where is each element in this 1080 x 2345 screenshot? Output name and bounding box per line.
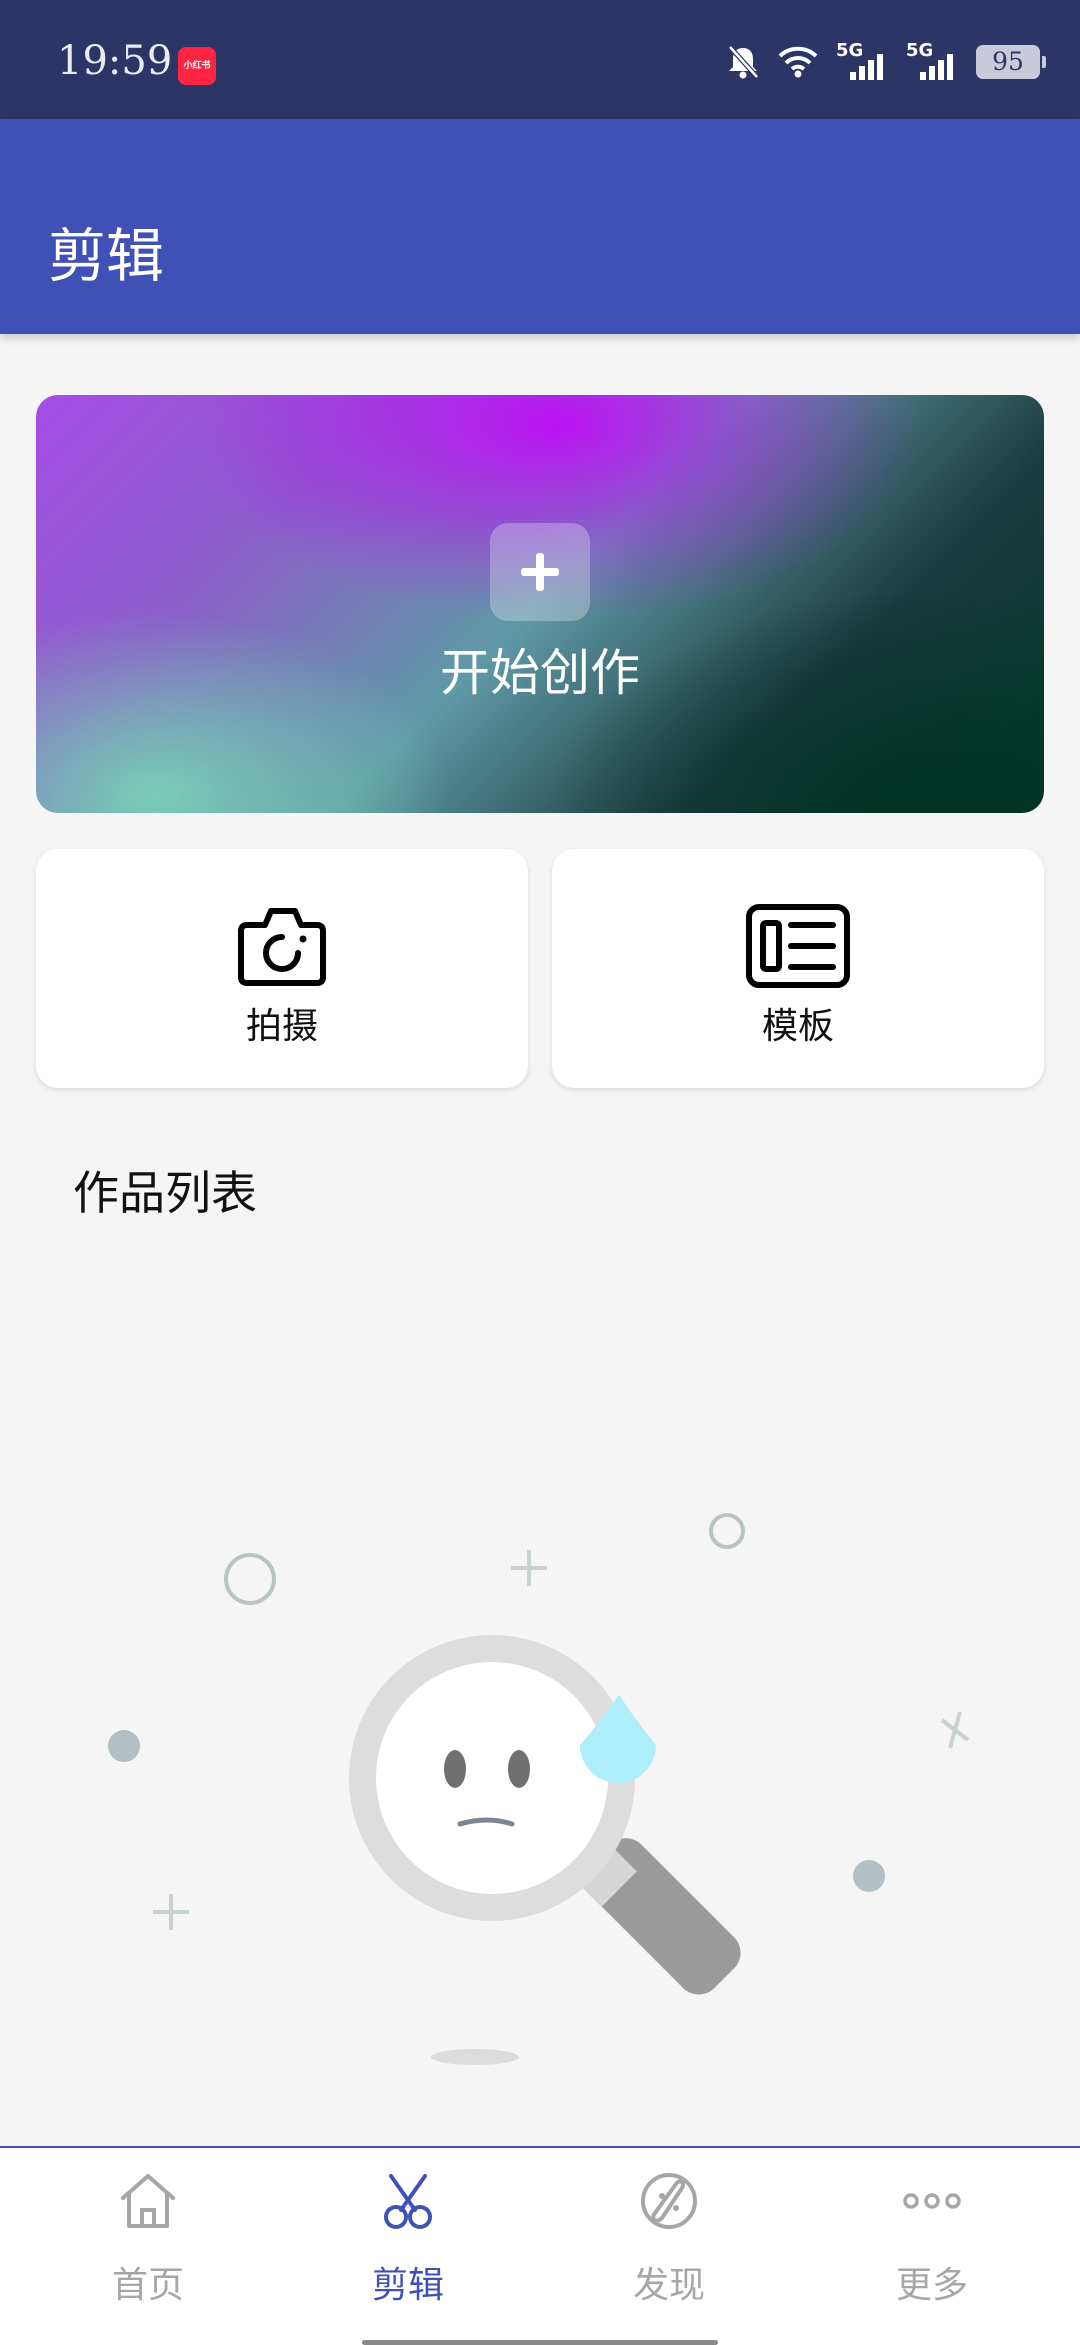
empty-search-icon xyxy=(108,1513,970,2065)
signal-icon xyxy=(920,54,953,80)
nav-label-more: 更多 xyxy=(895,2265,968,2306)
bell-off-icon xyxy=(728,45,759,79)
more-icon xyxy=(901,2170,963,2236)
nav-item-home[interactable]: 首页 xyxy=(13,2148,283,2328)
nav-label-edit: 剪辑 xyxy=(371,2265,444,2306)
signal-5g-2: 5G xyxy=(906,40,958,80)
signal-icon xyxy=(850,54,883,80)
signal-5g-1: 5G xyxy=(836,40,888,80)
camera-icon xyxy=(235,903,329,993)
bottom-navigation: 首页 剪辑 发现 更多 xyxy=(0,2146,1080,2345)
shoot-button[interactable]: 拍摄 xyxy=(36,849,528,1088)
template-icon xyxy=(745,903,851,993)
page-title: 剪辑 xyxy=(48,222,165,290)
shoot-label: 拍摄 xyxy=(245,1006,318,1047)
discover-icon xyxy=(638,2170,700,2236)
app-bar: 剪辑 xyxy=(0,119,1080,334)
template-button[interactable]: 模板 xyxy=(552,849,1044,1088)
status-time: 19:59 xyxy=(57,38,173,84)
battery-icon: 95 xyxy=(976,45,1046,79)
start-creating-label: 开始创作 xyxy=(440,644,640,702)
app-notification-badge: 小红书 xyxy=(178,47,216,85)
nav-label-discover: 发现 xyxy=(632,2265,705,2306)
nav-item-more[interactable]: 更多 xyxy=(797,2148,1067,2328)
template-label: 模板 xyxy=(761,1006,834,1047)
start-creating-button[interactable]: 开始创作 xyxy=(36,395,1044,813)
wifi-icon xyxy=(778,46,818,78)
home-icon xyxy=(117,2170,179,2236)
status-icons: 5G 5G 95 xyxy=(726,40,1046,84)
plus-icon xyxy=(490,523,590,621)
nav-label-home: 首页 xyxy=(111,2265,184,2306)
home-indicator[interactable] xyxy=(362,2340,718,2345)
nav-item-discover[interactable]: 发现 xyxy=(534,2148,804,2328)
nav-item-edit[interactable]: 剪辑 xyxy=(273,2148,543,2328)
works-list-title: 作品列表 xyxy=(73,1166,257,1220)
status-bar: 19:59 小红书 5G 5G 95 xyxy=(0,0,1080,119)
scissors-icon xyxy=(377,2170,439,2236)
